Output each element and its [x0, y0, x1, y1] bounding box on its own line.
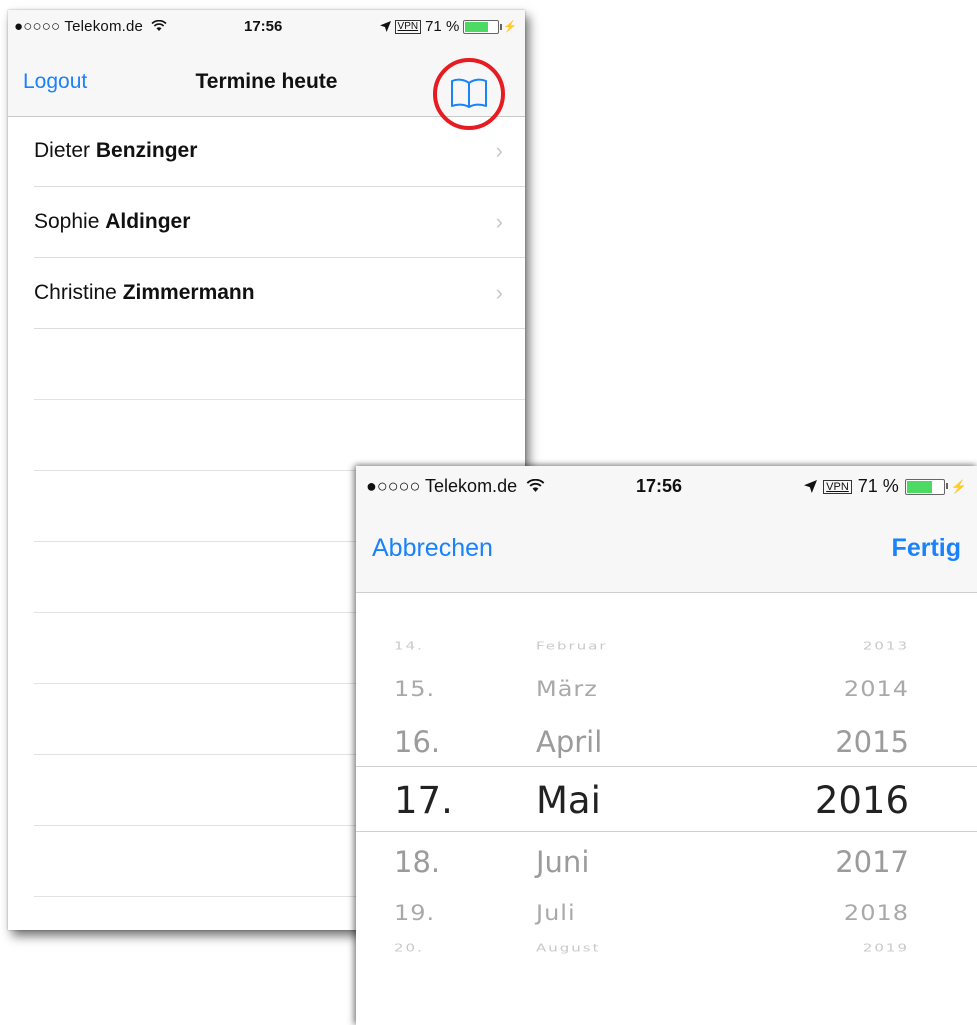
- chevron-right-icon: ›: [495, 209, 503, 234]
- status-bar: ●○○○○ Telekom.de 17:56 VPN 71 % ⚡: [356, 466, 977, 506]
- picker-nav-bar: Abbrechen Fertig: [356, 506, 977, 593]
- cancel-button[interactable]: Abbrechen: [372, 534, 493, 563]
- day-selected[interactable]: 17.: [394, 779, 453, 822]
- empty-row: [34, 329, 525, 400]
- day-option[interactable]: 16.: [394, 725, 440, 759]
- last-name: Aldinger: [105, 210, 191, 233]
- month-option[interactable]: Februar: [536, 640, 608, 653]
- nav-bar: Logout Termine heute: [8, 46, 525, 130]
- carrier-label: ●○○○○ Telekom.de: [14, 18, 144, 35]
- chevron-right-icon: ›: [495, 280, 503, 305]
- vpn-badge: VPN: [394, 19, 422, 34]
- date-picker[interactable]: 14. 15. 16. 17. 18. 19. 20. Februar März…: [356, 593, 977, 1025]
- done-button[interactable]: Fertig: [892, 534, 961, 563]
- charging-bolt-icon: ⚡: [503, 21, 517, 33]
- day-option[interactable]: 18.: [394, 845, 440, 879]
- year-option[interactable]: 2019: [863, 942, 909, 955]
- list-item[interactable]: Sophie Aldinger ›: [34, 187, 525, 258]
- book-icon: [451, 78, 487, 108]
- list-item[interactable]: Dieter Benzinger ›: [34, 116, 525, 187]
- status-bar: ●○○○○ Telekom.de 17:56 VPN 71 % ⚡: [8, 10, 525, 46]
- battery-icon: [904, 478, 948, 495]
- year-option[interactable]: 2015: [835, 725, 909, 759]
- month-option[interactable]: März: [536, 677, 598, 702]
- year-selected[interactable]: 2016: [815, 779, 909, 822]
- location-arrow-icon: [804, 480, 818, 493]
- battery-percent: 71 %: [857, 476, 899, 496]
- day-option[interactable]: 19.: [394, 901, 435, 926]
- month-selected[interactable]: Mai: [536, 779, 601, 822]
- status-time: 17:56: [636, 476, 683, 496]
- year-option[interactable]: 2017: [835, 845, 909, 879]
- month-option[interactable]: Juli: [536, 901, 576, 926]
- month-option[interactable]: August: [536, 942, 601, 955]
- month-option[interactable]: Juni: [536, 845, 589, 879]
- battery-icon: [463, 19, 503, 34]
- last-name: Zimmermann: [122, 281, 255, 304]
- battery-percent: 71 %: [425, 18, 460, 35]
- year-option[interactable]: 2013: [863, 640, 909, 653]
- carrier-label: ●○○○○ Telekom.de: [366, 476, 518, 496]
- year-option[interactable]: 2018: [844, 901, 909, 926]
- chevron-right-icon: ›: [495, 138, 503, 163]
- empty-row: [34, 400, 525, 471]
- wifi-icon: [151, 19, 168, 31]
- location-arrow-icon: [379, 21, 391, 32]
- selection-line-bottom: [356, 831, 977, 832]
- year-option[interactable]: 2014: [844, 677, 909, 702]
- charging-bolt-icon: ⚡: [950, 478, 967, 494]
- date-picker-screen: ●○○○○ Telekom.de 17:56 VPN 71 % ⚡ Abbrec…: [356, 466, 977, 1025]
- status-time: 17:56: [244, 18, 283, 35]
- day-option[interactable]: 15.: [394, 677, 435, 702]
- vpn-badge: VPN: [823, 479, 852, 494]
- last-name: Benzinger: [95, 139, 198, 162]
- day-option[interactable]: 14.: [394, 640, 424, 653]
- month-option[interactable]: April: [536, 725, 602, 759]
- selection-line-top: [356, 766, 977, 767]
- wifi-icon: [526, 478, 545, 492]
- list-item[interactable]: Christine Zimmermann ›: [34, 258, 525, 329]
- day-option[interactable]: 20.: [394, 942, 424, 955]
- first-name: Christine: [34, 281, 117, 304]
- first-name: Dieter: [34, 139, 91, 162]
- first-name: Sophie: [34, 210, 100, 233]
